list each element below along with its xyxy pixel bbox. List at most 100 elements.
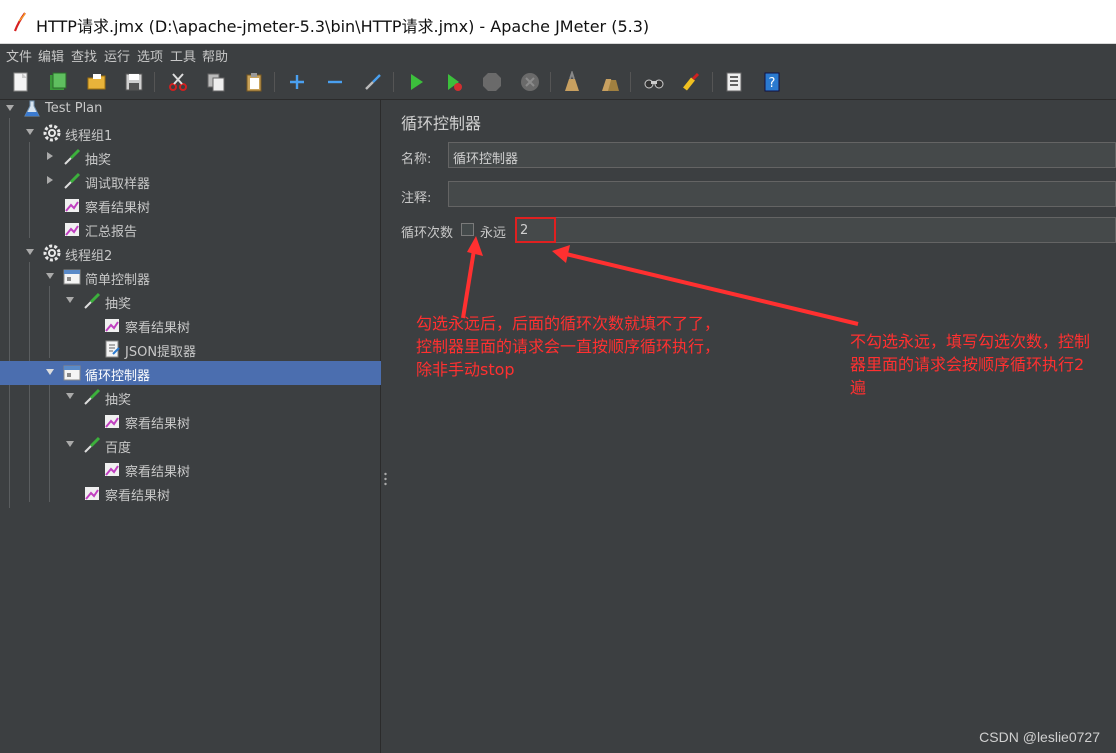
menu-file[interactable]: 文件	[6, 46, 32, 65]
tree-node-label: 百度	[105, 441, 132, 456]
tree-node-listener[interactable]: 察看结果树	[0, 409, 381, 433]
svg-text:?: ?	[769, 76, 776, 91]
comment-label: 注释:	[401, 191, 432, 206]
gear-icon	[43, 244, 61, 262]
tree-node-listener[interactable]: 察看结果树	[0, 313, 381, 337]
name-label: 名称:	[401, 152, 432, 167]
collapse-icon[interactable]	[323, 70, 347, 94]
paste-icon[interactable]	[242, 70, 266, 94]
annotation-line: 勾选永远后，后面的循环次数就填不了了，	[416, 314, 721, 333]
forever-checkbox[interactable]	[461, 223, 474, 236]
title-bar: HTTP请求.jmx (D:\apache-jmeter-5.3\bin\HTT…	[0, 0, 1116, 44]
tree-node-simple-controller[interactable]: 简单控制器	[0, 265, 381, 289]
tree-node-test-plan[interactable]: Test Plan	[0, 97, 381, 121]
annotation-highlight-box	[515, 217, 556, 243]
menu-edit[interactable]: 编辑	[38, 46, 64, 65]
open-icon[interactable]	[85, 70, 109, 94]
cut-icon[interactable]	[166, 70, 190, 94]
tree-node-sampler[interactable]: 调试取样器	[0, 169, 381, 193]
tree-node-thread-group-1[interactable]: 线程组1	[0, 121, 381, 145]
tree-node-label: 循环控制器	[85, 369, 151, 384]
tree-node-label: 察看结果树	[105, 489, 171, 504]
controller-icon	[63, 269, 81, 285]
tree-node-label: Test Plan	[45, 101, 103, 116]
test-plan-icon	[24, 100, 40, 117]
tree-node-listener[interactable]: 汇总报告	[0, 217, 381, 241]
toolbar: ?	[0, 64, 1116, 100]
help-icon[interactable]: ?	[760, 70, 784, 94]
gear-icon	[43, 124, 61, 142]
tree-node-label: 察看结果树	[85, 201, 151, 216]
tree-node-label: 调试取样器	[85, 177, 151, 192]
stop-icon[interactable]	[480, 70, 504, 94]
comment-field[interactable]	[448, 181, 1116, 207]
menu-tools[interactable]: 工具	[170, 46, 196, 65]
clear-all-icon[interactable]	[598, 70, 622, 94]
start-no-pause-icon[interactable]	[442, 70, 466, 94]
tree-node-loop-controller[interactable]: 循环控制器	[0, 361, 381, 385]
sampler-icon	[84, 388, 101, 405]
tree-node-label: 察看结果树	[125, 465, 191, 480]
tree-node-label: 抽奖	[85, 153, 112, 168]
function-helper-icon[interactable]	[722, 70, 746, 94]
tree-node-label: 线程组2	[65, 249, 113, 264]
toggle-icon[interactable]	[361, 70, 385, 94]
listener-icon	[105, 319, 119, 332]
start-icon[interactable]	[404, 70, 428, 94]
controller-icon	[63, 365, 81, 381]
menu-help[interactable]: 帮助	[202, 46, 228, 65]
tree-node-sampler[interactable]: 抽奖	[0, 385, 381, 409]
tree-node-label: 简单控制器	[85, 273, 151, 288]
annotation-line: 除非手动stop	[416, 360, 515, 379]
annotation-line: 不勾选永远，填写勾选次数，控制	[850, 332, 1091, 351]
tree-node-json-extractor[interactable]: JSON提取器	[0, 337, 381, 361]
splitter-grip-icon	[384, 472, 387, 486]
templates-icon[interactable]	[46, 70, 70, 94]
annotation-line: 器里面的请求会按顺序循环执行2	[850, 355, 1085, 374]
copy-icon[interactable]	[204, 70, 228, 94]
annotation-line: 遍	[850, 378, 867, 397]
loop-controller-panel: 循环控制器 名称: 循环控制器 注释: 循环次数 永远 2	[390, 100, 1116, 753]
menu-search[interactable]: 查找	[71, 46, 97, 65]
clear-icon[interactable]	[560, 70, 584, 94]
panel-title: 循环控制器	[401, 114, 482, 133]
tree-node-sampler[interactable]: 百度	[0, 433, 381, 457]
listener-icon	[65, 199, 79, 212]
tree-node-label: 汇总报告	[85, 225, 138, 240]
listener-icon	[65, 223, 79, 236]
listener-icon	[85, 487, 99, 500]
loop-count-field[interactable]: 2	[515, 217, 1116, 243]
sampler-icon	[84, 292, 101, 309]
tree-node-label: 线程组1	[65, 129, 113, 144]
menu-run[interactable]: 运行	[104, 46, 130, 65]
sampler-icon	[84, 436, 101, 453]
sampler-icon	[64, 172, 81, 189]
save-icon[interactable]	[122, 70, 146, 94]
tree-node-listener[interactable]: 察看结果树	[0, 481, 381, 505]
tree-node-sampler[interactable]: 抽奖	[0, 145, 381, 169]
watermark: CSDN @leslie0727	[979, 729, 1100, 745]
annotation-line: 控制器里面的请求会一直按顺序循环执行，	[416, 337, 721, 356]
sampler-icon	[64, 148, 81, 165]
tree-node-sampler[interactable]: 抽奖	[0, 289, 381, 313]
split-pane-divider[interactable]	[381, 100, 390, 753]
new-icon[interactable]	[9, 70, 33, 94]
tree-node-label: 察看结果树	[125, 417, 191, 432]
menu-options[interactable]: 选项	[137, 46, 163, 65]
tree-node-label: JSON提取器	[125, 345, 197, 360]
tree-node-listener[interactable]: 察看结果树	[0, 193, 381, 217]
search-icon[interactable]	[642, 70, 666, 94]
shutdown-icon[interactable]	[518, 70, 542, 94]
tree-node-label: 察看结果树	[125, 321, 191, 336]
name-field[interactable]: 循环控制器	[448, 142, 1116, 168]
reset-search-icon[interactable]	[680, 70, 704, 94]
tree-node-listener[interactable]: 察看结果树	[0, 457, 381, 481]
extractor-icon	[105, 340, 120, 358]
listener-icon	[105, 415, 119, 428]
expand-icon[interactable]	[285, 70, 309, 94]
annotation-forever-note: 勾选永远后，后面的循环次数就填不了了， 控制器里面的请求会一直按顺序循环执行， …	[416, 312, 720, 381]
tree-node-thread-group-2[interactable]: 线程组2	[0, 241, 381, 265]
loop-count-label: 循环次数	[401, 226, 454, 241]
tree-node-label: 抽奖	[105, 297, 132, 312]
menu-bar: 文件 编辑 查找 运行 选项 工具 帮助	[0, 44, 1116, 65]
